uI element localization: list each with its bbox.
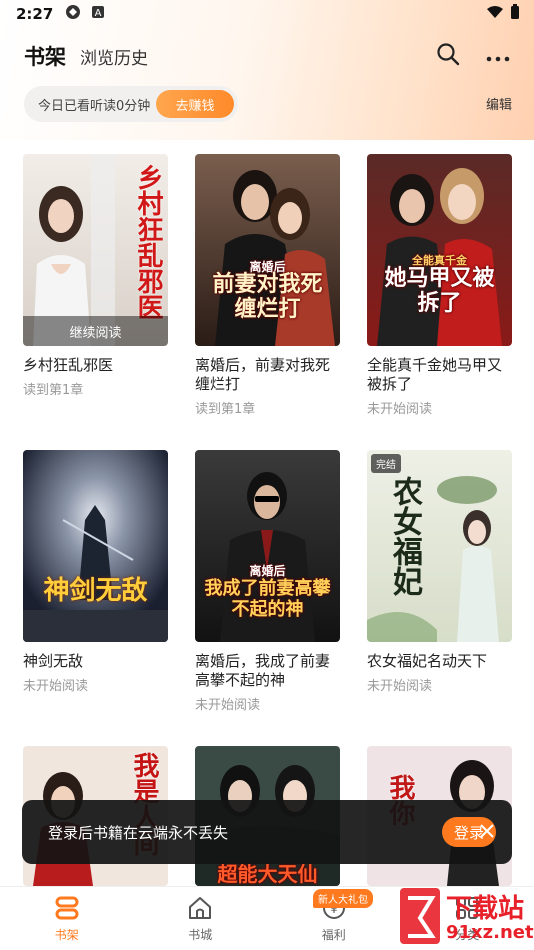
login-toast: 登录后书籍在云端永不丢失 登录 — [22, 800, 512, 864]
home-icon — [187, 895, 213, 924]
nav-label: 书城 — [188, 927, 213, 942]
edit-button[interactable]: 编辑 — [486, 94, 512, 113]
close-icon[interactable] — [480, 822, 494, 843]
cover-title-text: 她马甲又被拆了 — [384, 265, 495, 316]
bookshelf-icon — [54, 895, 80, 924]
book-title[interactable]: 全能真千金她马甲又被拆了 — [367, 356, 512, 394]
book-cover[interactable]: 离婚后 我成了前妻高攀不起的神 — [195, 450, 340, 642]
book-card[interactable]: 全能真千金 她马甲又被拆了 全能真千金她马甲又被拆了 未开始阅读 — [367, 154, 512, 417]
completed-badge: 完结 — [371, 454, 401, 473]
cover-title-text: 我成了前妻高攀不起的神 — [204, 578, 331, 620]
cover-title-text: 神剑无敌 — [43, 576, 148, 606]
reading-time-text: 今日已看听读0分钟 — [38, 98, 151, 114]
book-cover[interactable]: 全能真千金 她马甲又被拆了 — [367, 154, 512, 346]
book-read-status: 读到第1章 — [195, 402, 256, 417]
tab-browse-history[interactable]: 浏览历史 — [80, 44, 148, 69]
book-title[interactable]: 离婚后，前妻对我死缠烂打 — [195, 356, 340, 394]
more-icon[interactable] — [486, 47, 510, 66]
svg-text:A: A — [95, 8, 102, 19]
book-card[interactable]: 神剑无敌 神剑无敌 未开始阅读 — [23, 450, 168, 694]
cover-title-text: 前妻对我死缠烂打 — [212, 271, 323, 322]
watermark-text-main: 下载站 — [446, 894, 525, 924]
book-cover[interactable]: 离婚后 前妻对我死缠烂打 — [195, 154, 340, 346]
nav-item-bookshelf[interactable]: 书架 — [0, 887, 134, 950]
book-title[interactable]: 离婚后，我成了前妻高攀不起的神 — [195, 652, 340, 690]
nav-item-bookstore[interactable]: 书城 — [134, 887, 268, 950]
book-cover[interactable]: 完结 农女福妃 — [367, 450, 512, 642]
app-notification-icon — [65, 4, 81, 24]
reading-time-pill: 今日已看听读0分钟 去赚钱 — [24, 86, 238, 122]
book-title[interactable]: 农女福妃名动天下 — [367, 652, 512, 671]
tab-bookshelf[interactable]: 书架 — [24, 41, 66, 71]
book-cover[interactable]: 乡村狂乱邪医 继续阅读 — [23, 154, 168, 346]
book-read-status: 未开始阅读 — [367, 402, 433, 417]
continue-reading-overlay[interactable]: 继续阅读 — [23, 316, 168, 346]
nav-label: 书架 — [54, 927, 79, 942]
search-icon[interactable] — [436, 42, 460, 70]
book-card[interactable]: 离婚后 我成了前妻高攀不起的神 离婚后，我成了前妻高攀不起的神 未开始阅读 — [195, 450, 340, 713]
earn-money-button[interactable]: 去赚钱 — [156, 90, 234, 118]
cover-title-text: 农女福妃 — [387, 476, 422, 596]
status-bar: 2:27 A — [0, 0, 534, 28]
nav-label: 福利 — [321, 927, 346, 942]
book-cover[interactable]: 神剑无敌 — [23, 450, 168, 642]
battery-icon — [510, 4, 520, 24]
top-header: 书架 浏览历史 — [0, 36, 534, 76]
cover-subtitle-text: 离婚后 — [249, 564, 286, 578]
book-title[interactable]: 神剑无敌 — [23, 652, 168, 671]
book-read-status: 读到第1章 — [23, 383, 84, 398]
new-user-gift-badge: 新人大礼包 — [313, 889, 373, 908]
book-title[interactable]: 乡村狂乱邪医 — [23, 356, 168, 375]
book-card[interactable]: 乡村狂乱邪医 继续阅读 乡村狂乱邪医 读到第1章 — [23, 154, 168, 398]
book-card[interactable]: 离婚后 前妻对我死缠烂打 离婚后，前妻对我死缠烂打 读到第1章 — [195, 154, 340, 417]
watermark-text-url: 91xz.net — [446, 922, 534, 943]
book-read-status: 未开始阅读 — [367, 679, 433, 694]
book-read-status: 未开始阅读 — [23, 679, 89, 694]
cover-title-text: 乡村狂乱邪医 — [133, 164, 163, 320]
font-notification-icon: A — [91, 5, 105, 23]
status-time: 2:27 — [16, 5, 54, 23]
site-watermark: 下载站 91xz.net — [400, 884, 534, 950]
nav-item-welfare[interactable]: 新人大礼包 ¥ 福利 — [267, 887, 401, 950]
toast-message: 登录后书籍在云端永不丢失 — [48, 823, 229, 842]
book-card[interactable]: 完结 农女福妃 农女福妃名动天下 未开始阅读 — [367, 450, 512, 694]
wifi-icon — [486, 5, 504, 23]
book-read-status: 未开始阅读 — [195, 698, 261, 713]
